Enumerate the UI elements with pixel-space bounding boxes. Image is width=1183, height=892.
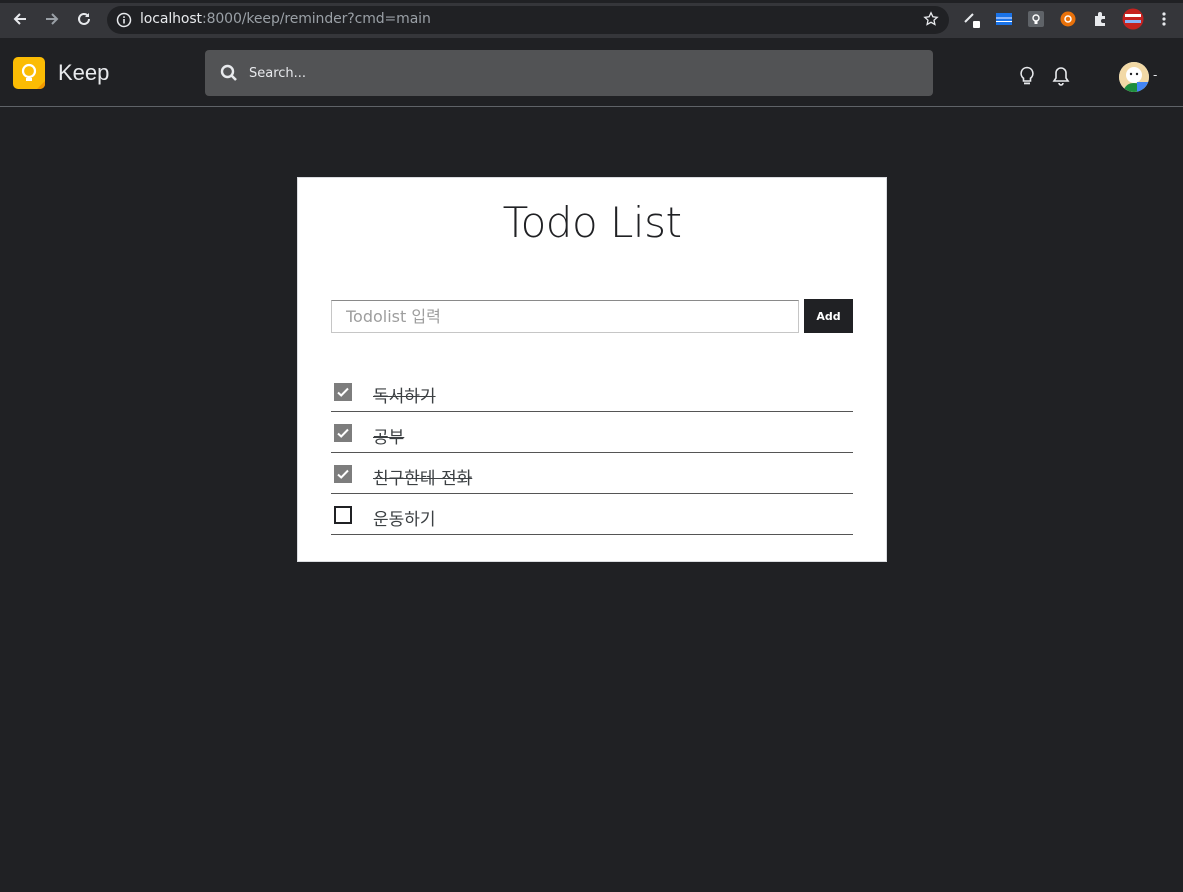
todo-checkbox[interactable]	[334, 424, 352, 442]
extension-flag-icon[interactable]	[995, 10, 1013, 28]
address-bar[interactable]: localhost:8000/keep/reminder?cmd=main	[107, 6, 949, 34]
check-icon	[337, 469, 349, 479]
todo-item[interactable]: 독서하기	[331, 371, 853, 412]
extension-pen-icon[interactable]	[963, 10, 981, 28]
todo-item[interactable]: 운동하기	[331, 494, 853, 535]
todo-list: 독서하기 공부 친구한테 전화 운동하기	[331, 371, 853, 535]
lightbulb-icon[interactable]	[1017, 65, 1037, 87]
logo-fold	[37, 81, 45, 89]
profile-icon[interactable]	[1122, 8, 1144, 30]
avatar[interactable]	[1119, 62, 1149, 92]
url-text: localhost:8000/keep/reminder?cmd=main	[140, 11, 431, 27]
search-bar[interactable]	[205, 50, 933, 96]
back-arrow-icon[interactable]	[10, 9, 30, 29]
extension-orange-icon[interactable]	[1059, 10, 1077, 28]
todo-title: Todo List	[502, 198, 682, 247]
todo-text: 독서하기	[373, 387, 436, 407]
search-input[interactable]	[249, 60, 919, 86]
app-title: Keep	[58, 60, 110, 85]
tab-strip	[0, 0, 1183, 3]
bell-icon[interactable]	[1051, 65, 1071, 87]
more-vert-icon[interactable]	[1155, 10, 1173, 28]
puzzle-extensions-icon[interactable]	[1091, 10, 1109, 28]
bookmark-star-icon[interactable]	[923, 11, 939, 31]
check-icon	[337, 428, 349, 438]
todo-item[interactable]: 공부	[331, 412, 853, 453]
todo-text: 운동하기	[373, 510, 436, 530]
info-icon[interactable]	[116, 12, 132, 32]
todo-card: Todo List Add 독서하기 공부 친구한테 전화 운동하기	[297, 177, 887, 562]
reload-icon[interactable]	[74, 9, 94, 29]
url-path: :8000/keep/reminder?cmd=main	[201, 11, 431, 27]
todo-checkbox[interactable]	[334, 465, 352, 483]
search-icon[interactable]	[220, 64, 238, 86]
url-host: localhost	[140, 11, 202, 27]
extension-keep-icon[interactable]	[1027, 10, 1045, 28]
todo-text: 친구한테 전화	[373, 469, 473, 489]
browser-toolbar: localhost:8000/keep/reminder?cmd=main	[0, 0, 1183, 38]
todo-text: 공부	[373, 428, 405, 448]
todo-input[interactable]	[331, 300, 799, 333]
todo-checkbox[interactable]	[334, 506, 352, 524]
add-button[interactable]: Add	[804, 299, 853, 333]
app-header: Keep -	[0, 38, 1183, 107]
todo-checkbox[interactable]	[334, 383, 352, 401]
keep-logo-icon[interactable]	[13, 57, 45, 89]
todo-item[interactable]: 친구한테 전화	[331, 453, 853, 494]
forward-arrow-icon[interactable]	[42, 9, 62, 29]
check-icon	[337, 387, 349, 397]
avatar-caret[interactable]: -	[1153, 68, 1157, 82]
